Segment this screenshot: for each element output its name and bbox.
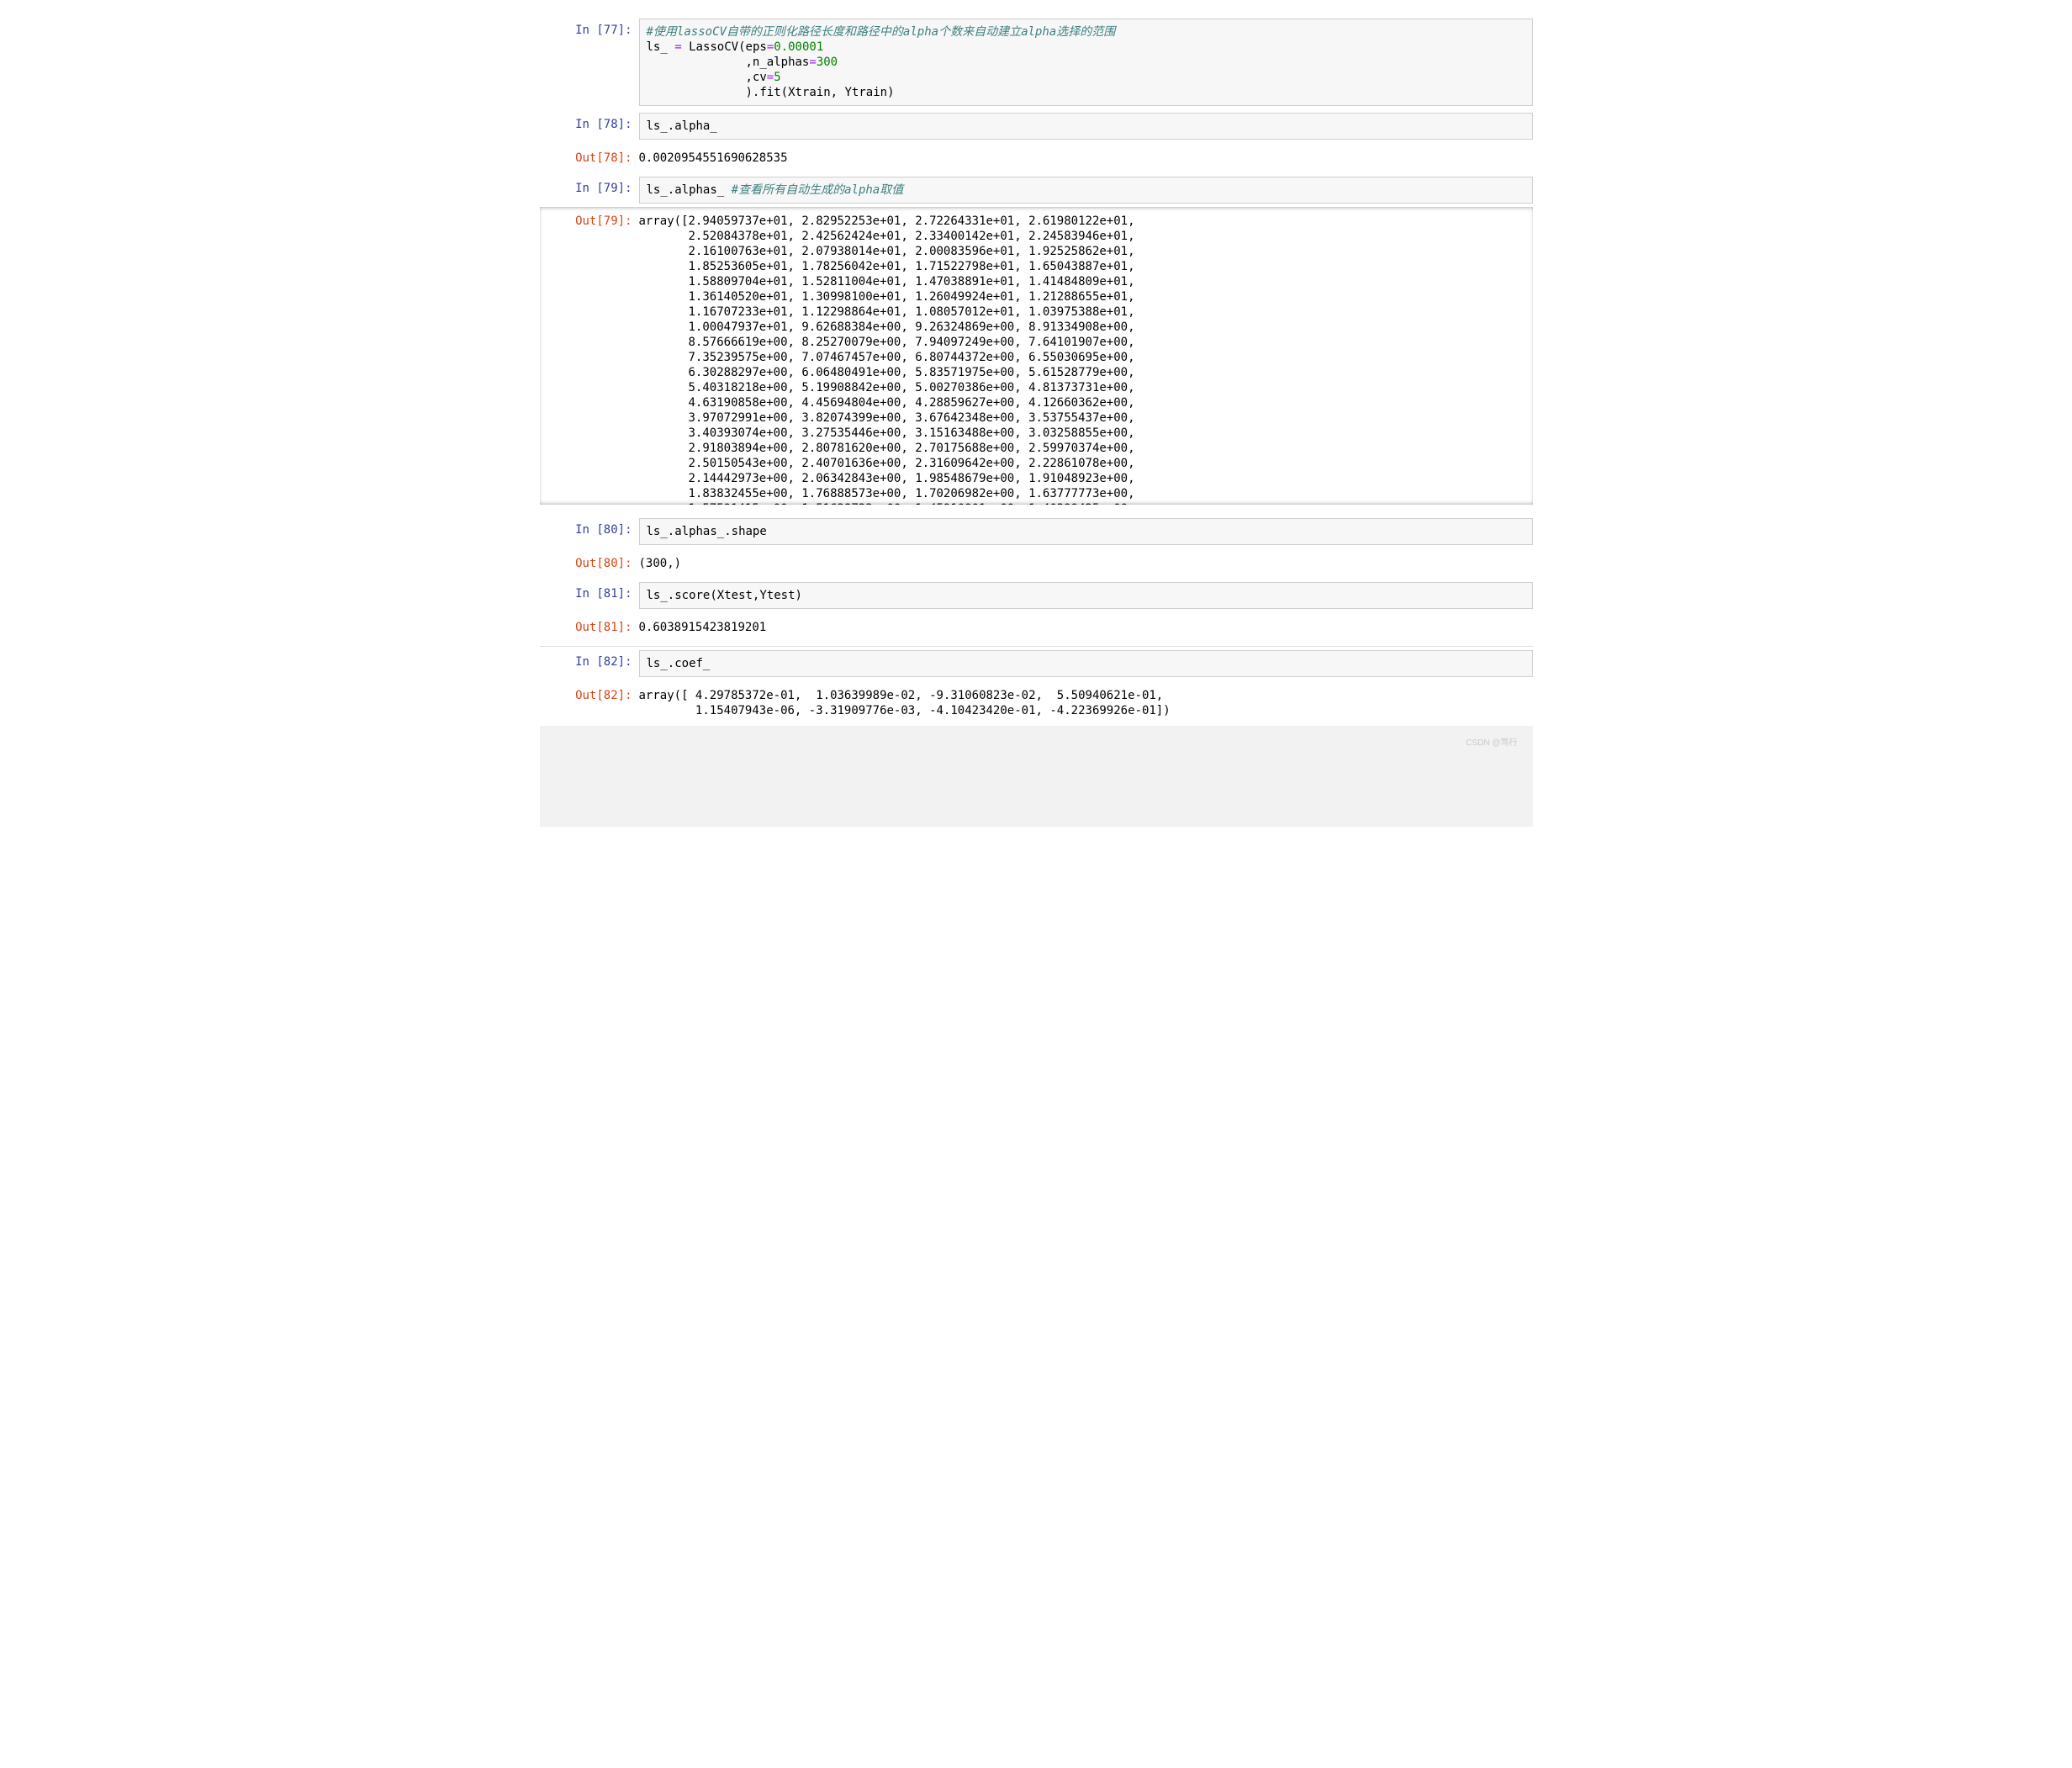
in-prompt-79: In [79]: [540,177,639,196]
out-value-79: array([2.94059737e+01, 2.82952253e+01, 2… [639,207,1533,505]
out-prompt-79: Out[79]: [540,207,639,229]
out-prompt-82: Out[82]: [540,684,639,703]
code-token: ,n_alphas [647,56,810,69]
code-input-80[interactable]: ls_.alphas_.shape [639,518,1533,545]
code-input-78[interactable]: ls_.alpha_ [639,113,1533,140]
cell-in-77[interactable]: In [77]: #使用lassoCV自带的正则化路径长度和路径中的alpha个… [540,15,1533,109]
out-prompt-76: Out[76]: [540,0,639,8]
code-token: 0.00001 [774,40,823,54]
code-token: ls_ [647,40,675,54]
cell-in-79[interactable]: In [79]: ls_.alphas_ #查看所有自动生成的alpha取值 [540,173,1533,207]
cell-in-78[interactable]: In [78]: ls_.alpha_ [540,109,1533,143]
code-token: ls_.alphas_.shape [647,525,767,538]
code-token: ls_.score(Xtest,Ytest) [647,589,802,602]
cell-in-81[interactable]: In [81]: ls_.score(Xtest,Ytest) [540,579,1533,612]
code-token: LassoCV(eps [682,40,767,54]
code-token: = [674,40,681,54]
code-token: = [809,56,816,69]
code-token: 300 [817,56,838,69]
code-input-81[interactable]: ls_.score(Xtest,Ytest) [639,582,1533,609]
code-comment: #查看所有自动生成的alpha取值 [732,183,904,197]
out-prompt-78: Out[78]: [540,146,639,166]
code-comment: #使用lassoCV自带的正则化路径长度和路径中的alpha个数来自动建立alp… [647,25,1116,39]
out-value-78: 0.0020954551690628535 [639,146,1533,170]
in-prompt-81: In [81]: [540,582,639,601]
cell-out-81: Out[81]: 0.6038915423819201 [540,612,1533,643]
in-prompt-82: In [82]: [540,650,639,670]
out-prompt-81: Out[81]: [540,616,639,635]
in-prompt-80: In [80]: [540,518,639,537]
code-token: 5 [774,71,780,84]
scrollable-output-79[interactable]: Out[79]: array([2.94059737e+01, 2.829522… [540,207,1533,505]
code-token: ls_.alphas_ [647,183,732,197]
footer-blank-area: CSDN @笃行 [540,726,1533,827]
code-input-77[interactable]: #使用lassoCV自带的正则化路径长度和路径中的alpha个数来自动建立alp… [639,19,1533,106]
out-prompt-80: Out[80]: [540,552,639,571]
cell-in-80[interactable]: In [80]: ls_.alphas_.shape [540,515,1533,548]
code-token: ).fit(Xtrain, Ytrain) [647,86,895,99]
code-token: ,cv [647,71,767,84]
jupyter-notebook: Out[76]: 0.6040000100170018 In [77]: #使用… [540,0,1533,827]
cell-out-80: Out[80]: (300,) [540,548,1533,579]
out-value-80: (300,) [639,552,1533,575]
cell-out-78: Out[78]: 0.0020954551690628535 [540,143,1533,173]
out-value-82: array([ 4.29785372e-01, 1.03639989e-02, … [639,684,1533,723]
watermark-text: CSDN @笃行 [1466,735,1517,748]
out-value-76: 0.6040000100170018 [639,0,1533,12]
in-prompt-77: In [77]: [540,19,639,38]
in-prompt-78: In [78]: [540,113,639,132]
code-token: = [767,71,774,84]
cell-out-82: Out[82]: array([ 4.29785372e-01, 1.03639… [540,680,1533,726]
out-value-81: 0.6038915423819201 [639,616,1533,639]
code-token: = [767,40,774,54]
code-input-79[interactable]: ls_.alphas_ #查看所有自动生成的alpha取值 [639,177,1533,204]
code-input-82[interactable]: ls_.coef_ [639,650,1533,677]
code-token: ls_.coef_ [647,657,711,670]
code-token: ls_.alpha_ [647,119,717,133]
cell-in-82[interactable]: In [82]: ls_.coef_ [540,647,1533,680]
